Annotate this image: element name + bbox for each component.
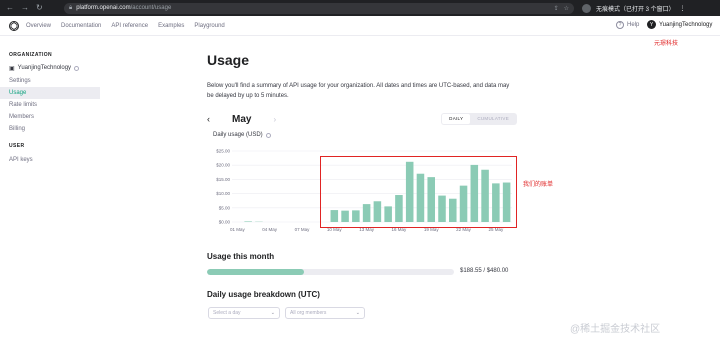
sidebar-org-label: YuanjingTechnology (17, 65, 72, 71)
toggle-cumulative[interactable]: CUMULATIVE (470, 114, 516, 124)
address-bar[interactable]: 🔒︎ platform.openai.com/account/usage ⇪ ☆ (64, 2, 574, 14)
share-icon[interactable]: ⇪ (554, 5, 559, 12)
month-selector: ‹ May › DAILY CUMULATIVE (207, 113, 517, 125)
y-tick-label: $5.00 (219, 205, 231, 210)
lock-icon: 🔒︎ (69, 4, 73, 11)
sidebar-item-members[interactable]: Members (0, 111, 100, 123)
annotation-highlight-box (320, 156, 517, 228)
help-label: Help (627, 22, 640, 28)
annotation-org: 元璟科技 (654, 41, 679, 47)
sidebar-item-usage[interactable]: Usage (0, 87, 100, 99)
bar (244, 221, 252, 222)
y-tick-label: $20.00 (216, 163, 230, 168)
y-tick-label: $25.00 (216, 149, 230, 154)
watermark: @稀土掘金技术社区 (570, 324, 661, 335)
y-tick-label: $10.00 (216, 191, 230, 196)
incognito-icon (582, 3, 591, 13)
address-bar-icons: ⇪ ☆ (554, 5, 569, 12)
usage-progress-bar (207, 269, 454, 275)
nav-overview[interactable]: Overview (26, 23, 51, 29)
chevron-right-icon[interactable]: › (273, 115, 276, 124)
browser-nav: ← → ↻ (0, 4, 64, 12)
x-tick-label: 04 May (262, 227, 278, 232)
chart-title-label: Daily usage (USD) (213, 132, 263, 138)
chevron-down-icon: ⌄ (355, 310, 360, 316)
incognito-label: 无痕模式（已打开 3 个窗口） (596, 6, 675, 13)
avatar: Y (647, 20, 656, 29)
intro-text: Below you'll find a summary of API usage… (207, 83, 510, 99)
sidebar-heading-organization: ORGANIZATION (9, 52, 53, 58)
nav-examples[interactable]: Examples (158, 23, 184, 29)
star-icon[interactable]: ☆ (564, 5, 569, 12)
browser-toolbar: ← → ↻ 🔒︎ platform.openai.com/account/usa… (0, 0, 720, 16)
help-icon: ? (616, 21, 624, 29)
month-label: May (232, 113, 252, 125)
y-tick-label: $0.00 (219, 220, 231, 225)
view-toggle: DAILY CUMULATIVE (441, 113, 517, 125)
chevron-down-icon: ⌄ (270, 310, 275, 316)
sidebar-item-rate-limits[interactable]: Rate limits (0, 99, 100, 111)
nav-documentation[interactable]: Documentation (61, 23, 101, 29)
chevron-left-icon[interactable]: ‹ (207, 114, 210, 124)
info-icon[interactable] (74, 65, 80, 71)
breakdown-heading: Daily usage breakdown (UTC) (207, 290, 320, 299)
forward-icon[interactable]: → (21, 4, 29, 12)
chart-title: Daily usage (USD) (213, 132, 271, 138)
top-nav: Overview Documentation API reference Exa… (26, 23, 225, 29)
reload-icon[interactable]: ↻ (36, 4, 43, 12)
member-select[interactable]: All org members ⌄ (285, 307, 365, 319)
usage-this-month-heading: Usage this month (207, 252, 275, 261)
account-menu[interactable]: Y YuanjingTechnology (647, 20, 712, 29)
help-link[interactable]: ? Help (616, 21, 639, 29)
usage-amount: $188.55 / $480.00 (460, 268, 509, 274)
annotation-bill: 我们的账单 (523, 182, 554, 188)
building-icon: ▣ (9, 65, 15, 72)
browser-profile[interactable]: 无痕模式（已打开 3 个窗口） ⋮ (582, 3, 686, 13)
url-host: platform.openai.com (76, 5, 131, 11)
main-content: Usage Below you'll find a summary of API… (207, 52, 517, 138)
member-select-value: All org members (290, 310, 327, 316)
openai-logo-icon[interactable] (8, 20, 20, 32)
x-tick-label: 07 May (295, 227, 311, 232)
toggle-daily[interactable]: DAILY (442, 114, 471, 124)
nav-api-reference[interactable]: API reference (111, 23, 148, 29)
page-title: Usage (207, 52, 250, 68)
back-icon[interactable]: ← (6, 4, 14, 12)
sidebar-item-api-keys[interactable]: API keys (0, 154, 100, 166)
sidebar: ORGANIZATION ▣ YuanjingTechnology Settin… (0, 52, 100, 166)
sidebar-org-name[interactable]: ▣ YuanjingTechnology (0, 63, 100, 73)
nav-playground[interactable]: Playground (194, 23, 224, 29)
x-tick-label: 01 May (230, 227, 246, 232)
usage-progress-fill (207, 269, 305, 275)
day-select-placeholder: Select a day (213, 310, 241, 316)
day-select[interactable]: Select a day ⌄ (208, 307, 280, 319)
url-path: /account/usage (130, 5, 172, 11)
y-tick-label: $15.00 (216, 177, 230, 182)
sidebar-item-billing[interactable]: Billing (0, 123, 100, 135)
chart-info-icon[interactable] (265, 132, 271, 138)
app-header: Overview Documentation API reference Exa… (0, 16, 720, 36)
menu-dots-icon[interactable]: ⋮ (680, 5, 686, 12)
sidebar-heading-user: USER (9, 143, 25, 149)
account-name: YuanjingTechnology (659, 21, 713, 28)
sidebar-item-settings[interactable]: Settings (0, 75, 100, 87)
